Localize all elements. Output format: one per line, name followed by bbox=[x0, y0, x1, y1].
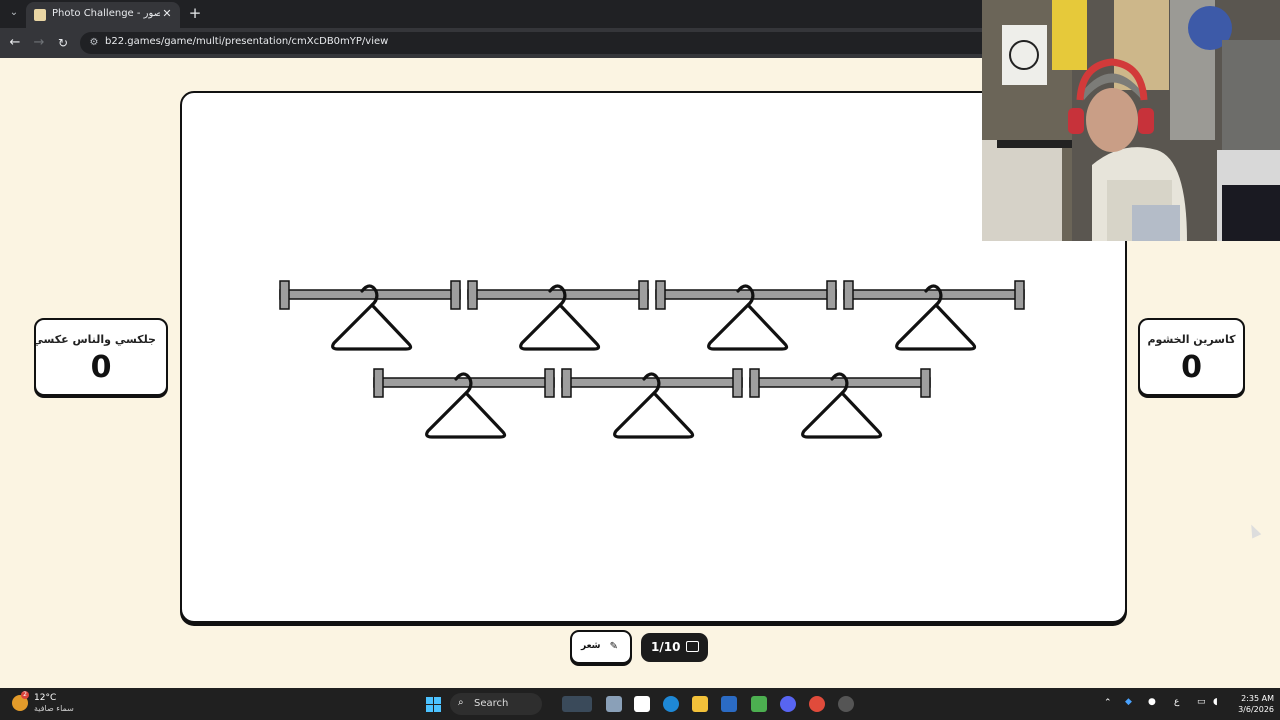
task-view-icon[interactable] bbox=[606, 696, 622, 712]
close-tab-icon[interactable]: ✕ bbox=[160, 7, 174, 21]
weather-temperature[interactable]: 12°C bbox=[34, 693, 56, 703]
weather-badge: 2 bbox=[21, 691, 29, 699]
team-right-card: كاسرين الخشوم 0 bbox=[1138, 318, 1245, 396]
discord-app-icon[interactable] bbox=[780, 696, 796, 712]
volume-icon[interactable]: ◖ bbox=[1213, 697, 1218, 707]
search-icon: ⌕ bbox=[458, 697, 464, 708]
weather-description[interactable]: سماء صافية bbox=[34, 704, 74, 713]
hanger-segment-row2-1 bbox=[373, 368, 555, 439]
team-left-card: جلكسي والناس عكسي 0 bbox=[34, 318, 168, 396]
tray-chevron-up-icon[interactable]: ⌃ bbox=[1104, 698, 1112, 708]
tab-title: Photo Challenge - تحدي الصور bbox=[52, 8, 160, 19]
windows-taskbar: 2 12°C سماء صافية ⌕ Search ⌃ ◆ ● ع ▭ ◖ 2… bbox=[0, 688, 1280, 720]
edge-browser-icon[interactable] bbox=[663, 696, 679, 712]
network-icon[interactable]: ▭ bbox=[1197, 697, 1206, 707]
microphone-icon[interactable]: ● bbox=[1148, 697, 1156, 707]
file-explorer-icon[interactable] bbox=[692, 696, 708, 712]
category-icon: ✎ bbox=[609, 641, 618, 652]
address-bar[interactable]: ⚙ b22.games/game/multi/presentation/cmXc… bbox=[80, 32, 1000, 54]
xbox-app-icon[interactable] bbox=[751, 696, 767, 712]
webcam-overlay bbox=[982, 0, 1280, 241]
windows-start-icon[interactable] bbox=[426, 697, 441, 712]
question-progress-chip: 1/10 bbox=[641, 633, 708, 662]
mouse-cursor-icon bbox=[1246, 522, 1262, 539]
hanger-segment-row1-2 bbox=[467, 280, 649, 351]
widgets-scene-icon[interactable] bbox=[562, 696, 592, 712]
forward-arrow-icon[interactable]: → bbox=[31, 35, 47, 51]
category-label: شعر bbox=[581, 641, 601, 651]
url-text: b22.games/game/multi/presentation/cmXcDB… bbox=[105, 36, 389, 47]
team-right-name: كاسرين الخشوم bbox=[1147, 333, 1236, 346]
hanger-segment-row2-3 bbox=[749, 368, 931, 439]
hanger-segment-row1-3 bbox=[655, 280, 837, 351]
hangers-puzzle-image bbox=[279, 280, 1025, 439]
obs-app-icon[interactable] bbox=[634, 696, 650, 712]
progress-label: 1/10 bbox=[651, 640, 681, 654]
new-tab-icon[interactable]: + bbox=[188, 5, 202, 21]
team-right-score: 0 bbox=[1181, 350, 1202, 385]
hanger-segment-row1-1 bbox=[279, 280, 461, 351]
browser-tab[interactable]: Photo Challenge - تحدي الصور ✕ bbox=[26, 2, 180, 28]
input-language-indicator[interactable]: ع bbox=[1174, 697, 1179, 707]
favicon-icon bbox=[34, 9, 46, 21]
hanger-segment-row2-2 bbox=[561, 368, 743, 439]
site-info-icon[interactable]: ⚙ bbox=[87, 36, 101, 50]
chrome-browser-icon[interactable] bbox=[809, 696, 825, 712]
team-left-name: جلكسي والناس عكسي bbox=[34, 333, 156, 346]
webcam-feed-image bbox=[982, 0, 1280, 241]
tray-app-icon[interactable]: ◆ bbox=[1125, 697, 1132, 707]
taskbar-clock[interactable]: 2:35 AM 3/6/2026 bbox=[1228, 693, 1274, 715]
search-label: Search bbox=[474, 698, 509, 709]
tab-search-chevron-icon[interactable]: ⌄ bbox=[6, 5, 22, 21]
category-chip: شعر ✎ bbox=[570, 630, 632, 664]
reload-icon[interactable]: ↻ bbox=[55, 35, 71, 51]
taskbar-search[interactable]: ⌕ Search bbox=[450, 693, 542, 715]
microsoft-store-icon[interactable] bbox=[721, 696, 737, 712]
clock-time: 2:35 AM bbox=[1241, 694, 1274, 703]
image-icon bbox=[686, 641, 699, 652]
clock-date: 3/6/2026 bbox=[1238, 705, 1274, 714]
back-arrow-icon[interactable]: ← bbox=[7, 35, 23, 51]
app-settings-icon[interactable] bbox=[838, 696, 854, 712]
hanger-segment-row1-4 bbox=[843, 280, 1025, 351]
team-left-score: 0 bbox=[90, 350, 112, 385]
